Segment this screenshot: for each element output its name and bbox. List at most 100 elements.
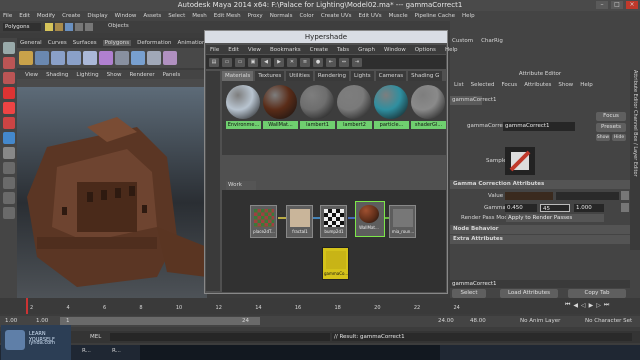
hs-tab-materials[interactable]: Materials	[222, 71, 254, 81]
playback-start-field[interactable]: 1.00	[36, 318, 48, 324]
taskbar-item-1[interactable]: R...	[82, 348, 91, 354]
previous-view-icon[interactable]: ◀	[261, 57, 271, 67]
minimize-button[interactable]: –	[596, 1, 608, 9]
menu-select[interactable]: Select	[168, 13, 185, 19]
select-object-icon[interactable]	[85, 23, 93, 31]
hs-menu-tabs[interactable]: Tabs	[337, 47, 349, 53]
viewport-menu-renderer[interactable]: Renderer	[129, 72, 154, 78]
viewport-menu-view[interactable]: View	[25, 72, 38, 78]
layout-four-icon[interactable]	[2, 177, 15, 189]
viewport-menu-shading[interactable]: Shading	[46, 72, 68, 78]
material-swatch[interactable]	[337, 85, 371, 119]
taskbar-item-2[interactable]: R...	[112, 348, 121, 354]
hs-tab-rendering[interactable]: Rendering	[314, 71, 350, 81]
input-connections-icon[interactable]: ⇤	[326, 57, 336, 67]
layout-single-icon[interactable]	[2, 162, 15, 174]
menu-help[interactable]: Help	[462, 13, 475, 19]
ae-menu-focus[interactable]: Focus	[501, 82, 517, 88]
ae-menu-help[interactable]: Help	[580, 82, 593, 88]
show-both-tabs-icon[interactable]: ▣	[248, 57, 258, 67]
ae-menu-show[interactable]: Show	[558, 82, 573, 88]
materials-area[interactable]: Environme... WallMat... lambert1 lambert2 pa…	[222, 81, 446, 155]
bridge-icon[interactable]	[147, 51, 161, 65]
gamma-y-field[interactable]: 45	[540, 204, 570, 212]
gamma-section-header[interactable]: Gamma Correction Attributes	[450, 180, 630, 189]
open-scene-icon[interactable]	[55, 23, 63, 31]
shader-node[interactable]: WallMat...	[355, 201, 385, 237]
menu-normals[interactable]: Normals	[270, 13, 293, 19]
current-time-marker[interactable]	[26, 298, 28, 314]
material-label[interactable]: lambert2	[337, 121, 372, 129]
material-swatch[interactable]	[226, 85, 260, 119]
hs-tab-utilities[interactable]: Utilities	[286, 71, 313, 81]
new-scene-icon[interactable]	[45, 23, 53, 31]
lasso-tool-icon[interactable]	[2, 57, 15, 69]
play-back-icon[interactable]: ◁	[581, 302, 586, 309]
go-end-icon[interactable]: ⏭	[604, 301, 609, 309]
material-swatch[interactable]	[263, 85, 297, 119]
viewport[interactable]	[17, 87, 207, 298]
show-top-tabs-icon[interactable]: ▭	[222, 57, 232, 67]
save-scene-icon[interactable]	[65, 23, 73, 31]
poly-cylinder-icon[interactable]	[51, 51, 65, 65]
menu-modify[interactable]: Modify	[37, 13, 55, 19]
gamma-x-field[interactable]: 0.450	[505, 204, 537, 212]
character-set-select[interactable]: No Character Set	[585, 318, 632, 324]
select-tool-icon[interactable]	[2, 42, 15, 54]
menu-assets[interactable]: Assets	[143, 13, 161, 19]
focus-button[interactable]: Focus	[596, 112, 626, 121]
side-panel-tabs[interactable]: Attribute Editor Channel Box / Layer Edi…	[630, 70, 640, 250]
command-input[interactable]	[110, 333, 330, 341]
viewport-menu-panels[interactable]: Panels	[163, 72, 181, 78]
poly-cone-icon[interactable]	[67, 51, 81, 65]
close-button[interactable]: ×	[626, 1, 638, 9]
rotate-tool-icon[interactable]	[2, 102, 15, 114]
shelf-tab-general[interactable]: General	[20, 40, 42, 46]
shelf-tab-animation[interactable]: Animation	[177, 40, 205, 46]
rearrange-graph-icon[interactable]: ≡	[300, 57, 310, 67]
menu-color[interactable]: Color	[299, 13, 313, 19]
hs-menu-graph[interactable]: Graph	[358, 47, 375, 53]
value-color-swatch[interactable]	[505, 192, 553, 200]
gamma-z-field[interactable]: 1.000	[574, 204, 604, 212]
work-area-tab[interactable]: Work Area	[226, 181, 256, 197]
step-back-icon[interactable]: ◀	[573, 302, 578, 309]
show-button[interactable]: Show	[596, 134, 610, 141]
poly-sphere-icon[interactable]	[19, 51, 33, 65]
menu-window[interactable]: Window	[115, 13, 137, 19]
presets-button[interactable]: Presets	[596, 123, 626, 132]
scale-tool-icon[interactable]	[2, 117, 15, 129]
shelf-tab-charrig[interactable]: CharRig	[481, 38, 503, 44]
show-bottom-tabs-icon[interactable]: ▭	[235, 57, 245, 67]
hs-menu-window[interactable]: Window	[384, 47, 406, 53]
hs-tab-textures[interactable]: Textures	[255, 71, 285, 81]
toggle-create-bar-icon[interactable]: ▤	[209, 57, 219, 67]
menu-edit-uvs[interactable]: Edit UVs	[359, 13, 382, 19]
shader-node[interactable]: fractal1	[286, 205, 313, 238]
menu-file[interactable]: File	[3, 13, 12, 19]
gamma-map-icon[interactable]	[621, 203, 629, 212]
viewport-menu-show[interactable]: Show	[107, 72, 122, 78]
create-bar[interactable]	[206, 71, 220, 291]
shelf-tab-deformation[interactable]: Deformation	[137, 40, 171, 46]
move-tool-icon[interactable]	[2, 87, 15, 99]
append-polygon-icon[interactable]	[163, 51, 177, 65]
map-button-icon[interactable]	[621, 191, 629, 200]
last-tool-icon[interactable]	[2, 147, 15, 159]
render-pass-select[interactable]: Apply to Render Passes	[506, 214, 604, 222]
separate-icon[interactable]	[115, 51, 129, 65]
maximize-button[interactable]: □	[611, 1, 623, 9]
material-label[interactable]: shaderGl...	[411, 121, 446, 129]
anim-end-field[interactable]: 48.00	[470, 318, 486, 324]
menu-edit-mesh[interactable]: Edit Mesh	[214, 13, 241, 19]
menu-pipeline-cache[interactable]: Pipeline Cache	[415, 13, 455, 19]
node-name-field[interactable]: gammaCorrect1	[503, 122, 575, 131]
graph-materials-icon[interactable]: ●	[313, 57, 323, 67]
hs-tab-shading-g[interactable]: Shading G	[408, 71, 443, 81]
extra-attributes-header[interactable]: Extra Attributes	[450, 235, 630, 244]
menu-proxy[interactable]: Proxy	[248, 13, 263, 19]
shelf-tab-curves[interactable]: Curves	[48, 40, 67, 46]
notes-field[interactable]: gammaCorrect1	[450, 280, 630, 288]
hide-button[interactable]: Hide	[612, 134, 626, 141]
hs-menu-bookmarks[interactable]: Bookmarks	[270, 47, 301, 53]
